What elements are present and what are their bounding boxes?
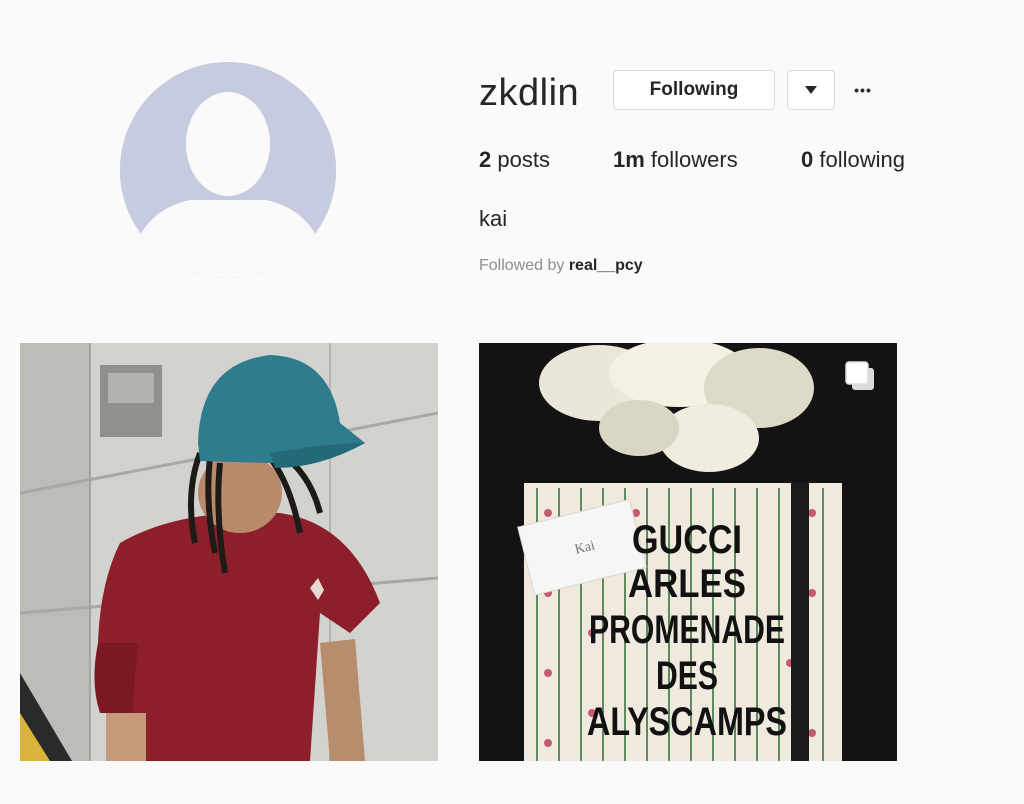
posts-label: posts <box>491 147 550 172</box>
post-thumbnail-1[interactable] <box>20 343 438 761</box>
box-text-line-3: PROMENADE <box>589 608 785 652</box>
followers-label: followers <box>644 147 738 172</box>
profile-stats: 2 posts 1m followers 0 following <box>479 147 905 173</box>
more-options-icon: ••• <box>854 82 872 98</box>
box-text-line-5: ALYSCAMPS <box>587 700 787 744</box>
dropdown-button[interactable] <box>787 70 835 110</box>
more-options-button[interactable]: ••• <box>848 78 878 102</box>
profile-avatar <box>120 62 336 278</box>
photo-man-red-shirt-blue-cap <box>20 343 438 761</box>
box-text-line-4: DES <box>656 654 718 698</box>
profile-username: zkdlin <box>479 72 580 114</box>
following-button[interactable]: Following <box>613 70 775 110</box>
posts-count: 2 <box>479 147 492 172</box>
stat-following[interactable]: 0 following <box>801 147 905 173</box>
box-text-line-1: GUCCI <box>632 518 742 562</box>
followed-by: Followed by real__pcy <box>479 257 643 275</box>
followed-by-prefix: Followed by <box>479 257 565 274</box>
stat-followers[interactable]: 1m followers <box>613 147 801 173</box>
stat-posts: 2 posts <box>479 147 613 173</box>
box-text-line-2: ARLES <box>628 562 746 606</box>
followed-by-user[interactable]: real__pcy <box>569 257 643 274</box>
followers-count: 1m <box>613 147 645 172</box>
multiple-photos-icon <box>845 361 874 390</box>
post-thumbnail-2[interactable]: Kai GUCCI ARLES PROMENADE DES ALYSCAMPS <box>479 343 897 761</box>
photo-gucci-box-flowers: Kai GUCCI ARLES PROMENADE DES ALYSCAMPS <box>479 343 897 761</box>
following-label: following <box>813 147 905 172</box>
following-count: 0 <box>801 147 814 172</box>
default-avatar-silhouette <box>120 62 336 278</box>
chevron-down-icon <box>805 86 817 94</box>
profile-full-name: kai <box>479 206 508 231</box>
